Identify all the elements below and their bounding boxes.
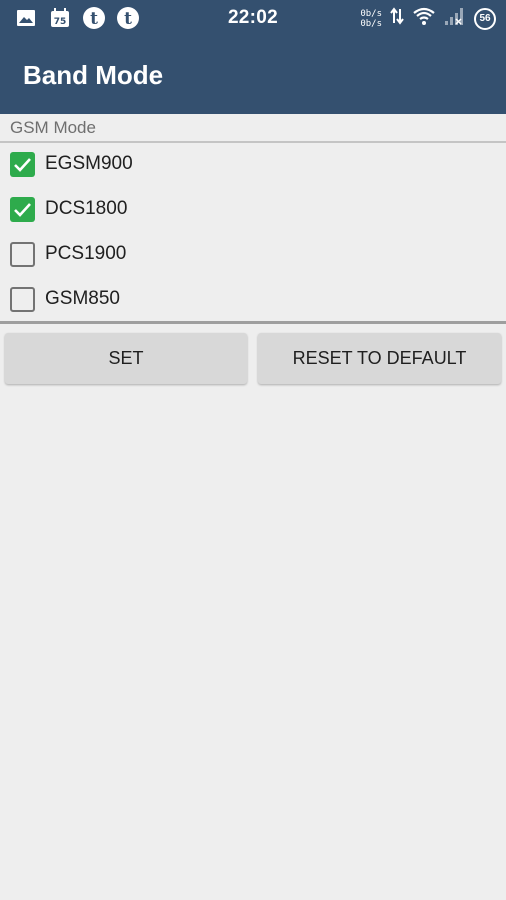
divider bbox=[0, 321, 506, 324]
checkbox-pcs1900[interactable] bbox=[10, 241, 35, 267]
band-label: EGSM900 bbox=[45, 153, 133, 174]
checkbox-dcs1800[interactable] bbox=[10, 196, 35, 222]
band-label: GSM850 bbox=[45, 288, 120, 309]
reset-to-default-button[interactable]: RESET TO DEFAULT bbox=[258, 333, 501, 384]
page-title: Band Mode bbox=[23, 60, 164, 90]
set-button[interactable]: SET bbox=[5, 333, 247, 384]
signal-icon bbox=[444, 6, 466, 31]
band-label: PCS1900 bbox=[45, 243, 127, 264]
app-bar: Band Mode bbox=[0, 36, 506, 114]
network-speed: 0b/s 0b/s bbox=[360, 9, 382, 29]
band-item-pcs1900[interactable]: PCS1900 bbox=[0, 232, 506, 276]
upload-speed: 0b/s bbox=[360, 8, 382, 19]
checkbox-egsm900[interactable] bbox=[10, 151, 35, 177]
status-bar: 75 t t 22:02 0b/s 0b/s 56 bbox=[0, 0, 506, 36]
section-label: GSM Mode bbox=[10, 118, 96, 137]
band-item-egsm900[interactable]: EGSM900 bbox=[0, 142, 506, 186]
download-speed: 0b/s bbox=[360, 18, 382, 29]
system-icons: 0b/s 0b/s 56 bbox=[360, 6, 496, 31]
wifi-icon bbox=[412, 6, 436, 31]
battery-icon: 56 bbox=[474, 7, 496, 30]
band-item-gsm850[interactable]: GSM850 bbox=[0, 277, 506, 321]
data-arrows-icon bbox=[390, 7, 404, 30]
band-label: DCS1800 bbox=[45, 198, 128, 219]
checkbox-gsm850[interactable] bbox=[10, 286, 35, 312]
band-item-dcs1800[interactable]: DCS1800 bbox=[0, 187, 506, 231]
